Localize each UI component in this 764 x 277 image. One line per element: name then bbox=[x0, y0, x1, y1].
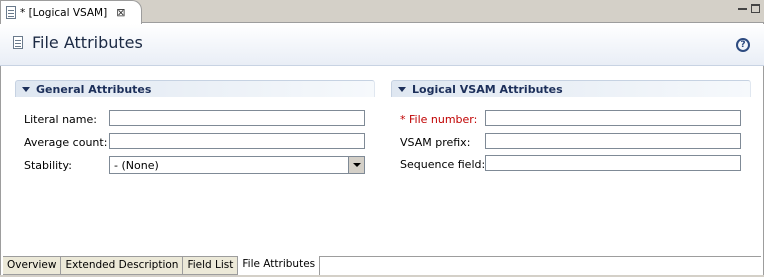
average-count-label: Average count: bbox=[24, 136, 108, 149]
maximize-icon[interactable] bbox=[751, 4, 760, 13]
sequence-field-input[interactable] bbox=[485, 155, 741, 171]
form-header: File Attributes ? bbox=[0, 24, 764, 66]
stability-selected-value: - (None) bbox=[114, 158, 159, 172]
page-title: File Attributes bbox=[32, 33, 143, 52]
document-icon bbox=[6, 6, 16, 19]
logical-vsam-attributes-title: Logical VSAM Attributes bbox=[412, 82, 563, 96]
file-number-input[interactable] bbox=[485, 110, 741, 126]
close-icon[interactable]: ⊠ bbox=[116, 7, 125, 18]
dropdown-arrow-button[interactable] bbox=[348, 157, 364, 173]
average-count-input[interactable] bbox=[109, 133, 365, 149]
window-controls bbox=[738, 4, 760, 13]
tab-file-attributes[interactable]: File Attributes bbox=[238, 256, 321, 275]
editor-page-tabs: Overview Extended Description Field List… bbox=[3, 256, 761, 275]
help-icon[interactable]: ? bbox=[736, 38, 750, 52]
vsam-prefix-input[interactable] bbox=[485, 133, 741, 149]
general-attributes-header[interactable]: General Attributes bbox=[15, 80, 375, 97]
logical-vsam-attributes-header[interactable]: Logical VSAM Attributes bbox=[391, 80, 751, 97]
form-document-icon bbox=[13, 36, 23, 49]
stability-dropdown[interactable]: - (None) bbox=[109, 156, 365, 174]
chevron-down-icon bbox=[352, 163, 361, 167]
minimize-icon[interactable] bbox=[738, 4, 747, 13]
editor-tab-logical-vsam[interactable]: * [Logical VSAM] ⊠ bbox=[0, 0, 142, 24]
tab-overview[interactable]: Overview bbox=[3, 257, 62, 275]
editor-tab-title: * [Logical VSAM] bbox=[20, 6, 108, 19]
stability-label: Stability: bbox=[24, 159, 72, 172]
literal-name-label: Literal name: bbox=[24, 113, 97, 126]
vsam-prefix-label: VSAM prefix: bbox=[400, 136, 471, 149]
tab-extended-description[interactable]: Extended Description bbox=[61, 257, 184, 275]
sequence-field-label: Sequence field: bbox=[400, 158, 486, 171]
literal-name-input[interactable] bbox=[109, 110, 365, 126]
collapse-triangle-icon bbox=[22, 86, 30, 92]
collapse-triangle-icon bbox=[398, 86, 406, 92]
tab-field-list[interactable]: Field List bbox=[183, 257, 239, 275]
file-number-label: * File number: bbox=[400, 113, 478, 126]
general-attributes-title: General Attributes bbox=[36, 82, 152, 96]
editor-tab-bar: * [Logical VSAM] ⊠ bbox=[0, 0, 764, 24]
